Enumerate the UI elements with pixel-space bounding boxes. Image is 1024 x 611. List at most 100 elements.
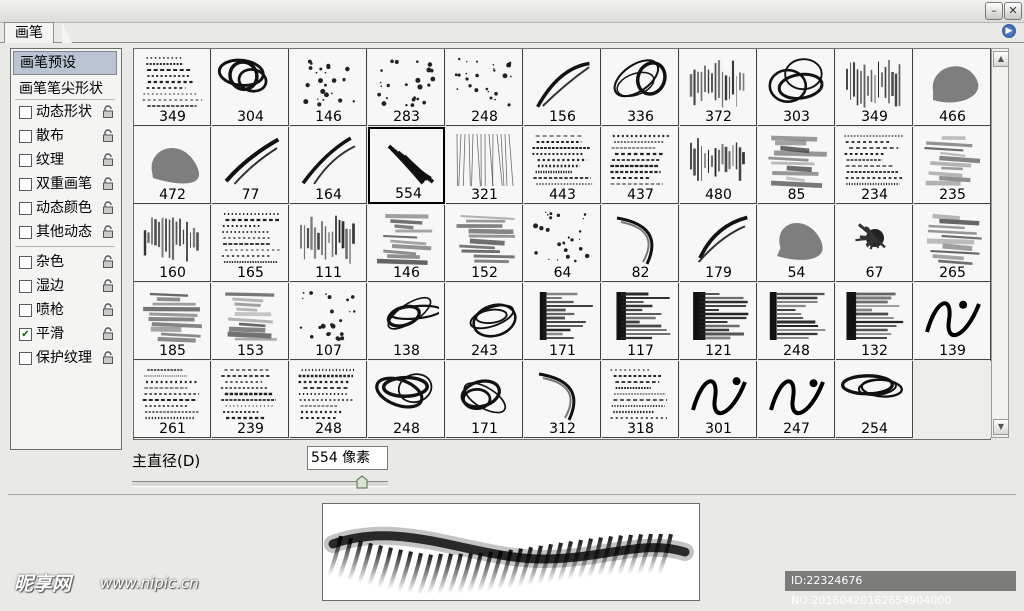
lock-icon[interactable] [102, 153, 114, 166]
sidebar-option-8[interactable]: 喷枪 [11, 299, 121, 321]
minimize-button[interactable]: – [985, 2, 1003, 20]
brush-preset[interactable]: 54 [758, 205, 835, 282]
option-checkbox[interactable] [19, 130, 32, 143]
option-checkbox[interactable] [19, 256, 32, 269]
brush-size-label: 318 [602, 422, 679, 437]
brush-preset[interactable]: 437 [602, 127, 679, 204]
sidebar-option-3[interactable]: 双重画笔 [11, 173, 121, 195]
lock-icon[interactable] [102, 351, 114, 364]
brush-preset[interactable]: 254 [836, 361, 913, 438]
brush-preset[interactable]: 443 [524, 127, 601, 204]
option-checkbox[interactable] [19, 178, 32, 191]
brush-preset[interactable]: 146 [290, 49, 367, 126]
brush-preset[interactable]: 248 [368, 361, 445, 438]
master-diameter-input[interactable]: 554 像素 [307, 446, 388, 470]
brush-preset[interactable]: 321 [446, 127, 523, 204]
brush-preset[interactable]: 138 [368, 283, 445, 360]
diameter-slider-track[interactable] [132, 481, 388, 487]
brush-preset[interactable]: 171 [524, 283, 601, 360]
option-checkbox[interactable] [19, 226, 32, 239]
scroll-down-button[interactable]: ▼ [993, 419, 1009, 435]
option-checkbox[interactable] [19, 202, 32, 215]
brush-preset[interactable]: 107 [290, 283, 367, 360]
sidebar-option-9[interactable]: ✔平滑 [11, 323, 121, 345]
lock-icon[interactable] [102, 105, 114, 118]
grid-scrollbar[interactable]: ▲ ▼ [991, 48, 1009, 438]
brush-presets-item[interactable]: 画笔预设 [13, 51, 117, 75]
brush-preset[interactable]: 480 [680, 127, 757, 204]
brush-preset[interactable]: 466 [914, 49, 991, 126]
brush-preset[interactable]: 152 [446, 205, 523, 282]
lock-icon[interactable] [102, 327, 114, 340]
brush-preset[interactable]: 171 [446, 361, 523, 438]
option-checkbox[interactable] [19, 280, 32, 293]
brush-preset[interactable]: 261 [134, 361, 211, 438]
brush-preset[interactable]: 248 [446, 49, 523, 126]
brush-preset[interactable]: 312 [524, 361, 601, 438]
brush-preset[interactable]: 64 [524, 205, 601, 282]
brush-preset[interactable]: 67 [836, 205, 913, 282]
brush-preset[interactable]: 179 [680, 205, 757, 282]
lock-icon[interactable] [102, 225, 114, 238]
panel-menu-button[interactable]: ▶ [1002, 24, 1016, 38]
brush-preset[interactable]: 146 [368, 205, 445, 282]
brush-preset[interactable]: 139 [914, 283, 991, 360]
brush-preset[interactable]: 82 [602, 205, 679, 282]
brush-preset[interactable]: 153 [212, 283, 289, 360]
brush-preset[interactable]: 160 [134, 205, 211, 282]
brush-preset[interactable]: 336 [602, 49, 679, 126]
sidebar-option-5[interactable]: 其他动态 [11, 221, 121, 243]
option-checkbox[interactable] [19, 154, 32, 167]
sidebar-option-4[interactable]: 动态颜色 [11, 197, 121, 219]
option-checkbox[interactable] [19, 106, 32, 119]
lock-icon[interactable] [102, 303, 114, 316]
sidebar-option-1[interactable]: 散布 [11, 125, 121, 147]
brush-tip-shape-item[interactable]: 画笔笔尖形状 [11, 78, 121, 100]
sidebar-option-6[interactable]: 杂色 [11, 251, 121, 273]
brush-preset[interactable]: 239 [212, 361, 289, 438]
brush-preset[interactable]: 117 [602, 283, 679, 360]
option-checkbox[interactable] [19, 304, 32, 317]
brush-preset[interactable]: 165 [212, 205, 289, 282]
brush-preset[interactable]: 164 [290, 127, 367, 204]
sidebar-option-10[interactable]: 保护纹理 [11, 347, 121, 369]
brush-preset[interactable]: 185 [134, 283, 211, 360]
brush-preset[interactable]: 77 [212, 127, 289, 204]
brush-preset[interactable]: 472 [134, 127, 211, 204]
diameter-slider-thumb[interactable] [356, 475, 368, 489]
brush-preset[interactable]: 235 [914, 127, 991, 204]
lock-icon[interactable] [102, 201, 114, 214]
option-checkbox[interactable]: ✔ [19, 328, 32, 341]
brush-preset[interactable]: 234 [836, 127, 913, 204]
brush-preset[interactable]: 303 [758, 49, 835, 126]
brush-preset[interactable]: 372 [680, 49, 757, 126]
brush-preset[interactable]: 248 [290, 361, 367, 438]
scroll-up-button[interactable]: ▲ [993, 51, 1009, 67]
brush-preset[interactable]: 121 [680, 283, 757, 360]
brush-preset[interactable]: 111 [290, 205, 367, 282]
brush-preset[interactable]: 283 [368, 49, 445, 126]
brush-preset[interactable]: 85 [758, 127, 835, 204]
option-checkbox[interactable] [19, 352, 32, 365]
tab-brush[interactable]: 画笔 [4, 22, 54, 43]
sidebar-option-2[interactable]: 纹理 [11, 149, 121, 171]
lock-icon[interactable] [102, 129, 114, 142]
brush-preset[interactable]: 248 [758, 283, 835, 360]
brush-preset[interactable]: 243 [446, 283, 523, 360]
brush-preset[interactable]: 349 [134, 49, 211, 126]
sidebar-option-7[interactable]: 湿边 [11, 275, 121, 297]
brush-preset[interactable]: 265 [914, 205, 991, 282]
lock-icon[interactable] [102, 279, 114, 292]
sidebar-option-0[interactable]: 动态形状 [11, 101, 121, 123]
brush-preset[interactable]: 349 [836, 49, 913, 126]
brush-preset[interactable]: 554 [368, 127, 445, 204]
lock-icon[interactable] [102, 255, 114, 268]
brush-preset[interactable]: 318 [602, 361, 679, 438]
brush-preset[interactable]: 301 [680, 361, 757, 438]
close-button[interactable]: ✕ [1004, 2, 1022, 20]
brush-preset[interactable]: 156 [524, 49, 601, 126]
lock-icon[interactable] [102, 177, 114, 190]
brush-preset[interactable]: 304 [212, 49, 289, 126]
brush-preset[interactable]: 247 [758, 361, 835, 438]
brush-preset[interactable]: 132 [836, 283, 913, 360]
